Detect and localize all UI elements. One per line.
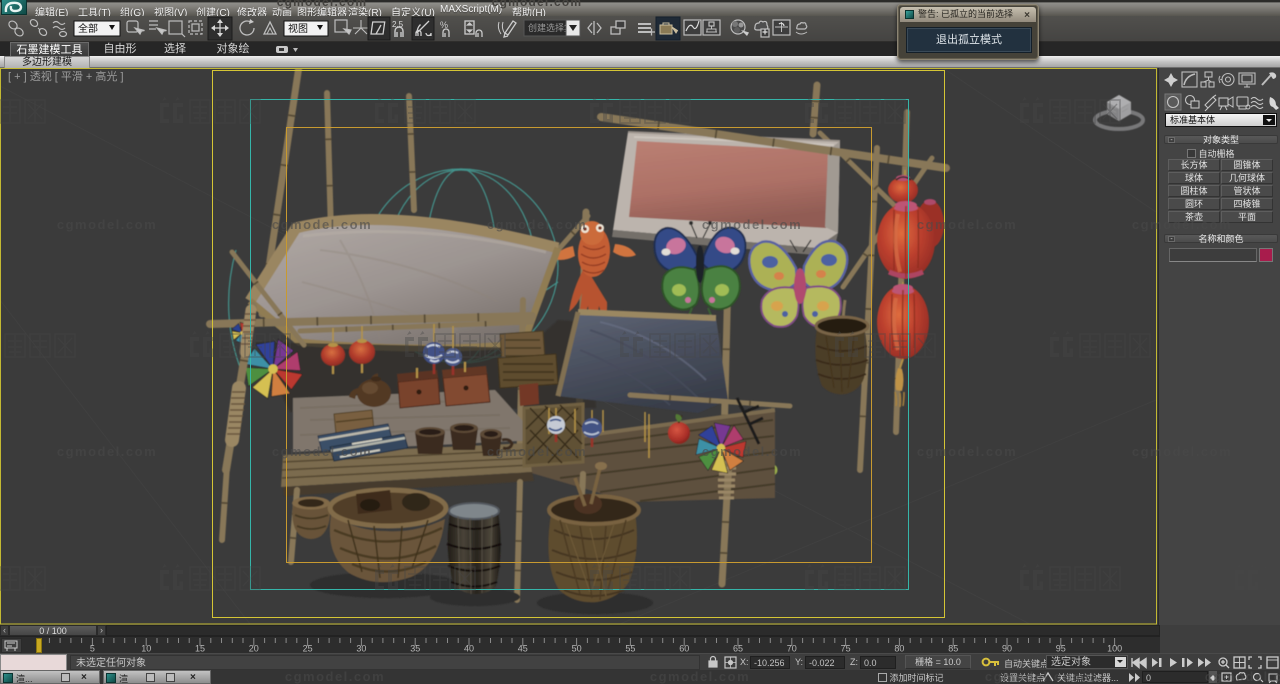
svg-text:5: 5 xyxy=(90,644,95,654)
svg-text:25: 25 xyxy=(303,644,313,654)
svg-text:45: 45 xyxy=(518,644,528,654)
svg-text:全部: 全部 xyxy=(78,22,98,35)
svg-text:80: 80 xyxy=(894,644,904,654)
svg-text:30: 30 xyxy=(356,644,366,654)
svg-text:95: 95 xyxy=(1056,644,1066,654)
svg-text:40: 40 xyxy=(464,644,474,654)
svg-text:10: 10 xyxy=(141,644,151,654)
svg-text:20: 20 xyxy=(249,644,259,654)
svg-text:85: 85 xyxy=(948,644,958,654)
svg-text:视图: 视图 xyxy=(288,22,308,35)
svg-text:55: 55 xyxy=(625,644,635,654)
svg-text:90: 90 xyxy=(1002,644,1012,654)
svg-text:15: 15 xyxy=(195,644,205,654)
svg-text:75: 75 xyxy=(841,644,851,654)
svg-text:[ + ] 透视 [ 平滑 + 高光 ]: [ + ] 透视 [ 平滑 + 高光 ] xyxy=(8,69,124,83)
svg-text:70: 70 xyxy=(787,644,797,654)
svg-text:35: 35 xyxy=(410,644,420,654)
svg-text:60: 60 xyxy=(679,644,689,654)
svg-text:50: 50 xyxy=(572,644,582,654)
svg-text:100: 100 xyxy=(1107,644,1122,654)
svg-text:65: 65 xyxy=(733,644,743,654)
